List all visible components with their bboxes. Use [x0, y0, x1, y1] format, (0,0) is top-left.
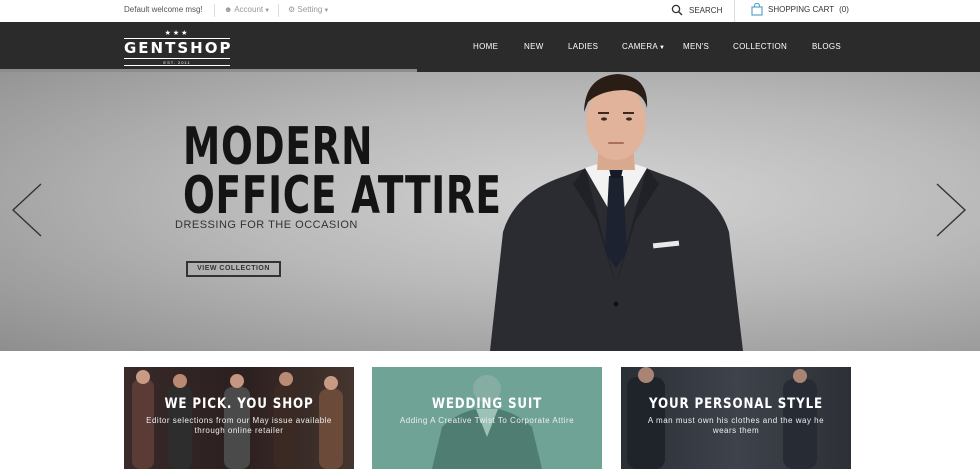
- card-description: A man must own his clothes and the way h…: [647, 416, 825, 435]
- search-label: SEARCH: [689, 5, 723, 15]
- chevron-down-icon: ▼: [323, 8, 330, 14]
- cart-label: SHOPPING CART: [768, 5, 835, 14]
- welcome-message: Default welcome msg!: [124, 5, 203, 14]
- nav-mens[interactable]: MEN'S: [683, 42, 709, 51]
- site-logo[interactable]: ★★★ GENTSHOP EST. 2011: [124, 30, 230, 66]
- account-dropdown[interactable]: ☻ Account▼: [224, 5, 270, 14]
- next-slide-arrow-icon[interactable]: [934, 182, 968, 238]
- gear-icon: ⚙: [288, 5, 296, 14]
- star-icons: ★★★: [164, 30, 190, 37]
- hero-model-image: [490, 74, 743, 351]
- setting-dropdown[interactable]: ⚙ Setting▼: [288, 5, 329, 14]
- chevron-down-icon: ▼: [659, 45, 666, 51]
- hero-slider: MODERN OFFICE ATTIRE DRESSING FOR THE OC…: [0, 72, 980, 351]
- shopping-cart-link[interactable]: SHOPPING CART (0): [751, 3, 849, 16]
- shopping-bag-icon: [751, 3, 763, 16]
- card-description: Adding A Creative Twist To Corporate Att…: [399, 416, 575, 425]
- nav-new[interactable]: NEW: [524, 42, 544, 51]
- divider: [734, 0, 735, 22]
- logo-rule: [124, 58, 230, 59]
- nav-ladies[interactable]: LADIES: [568, 42, 598, 51]
- main-header: ★★★ GENTSHOP EST. 2011 HOME NEW LADIES C…: [0, 22, 980, 72]
- top-utility-bar: Default welcome msg! ☻ Account▼ ⚙ Settin…: [0, 0, 980, 22]
- prev-slide-arrow-icon[interactable]: [10, 182, 44, 238]
- nav-home[interactable]: HOME: [473, 42, 498, 51]
- card-description: Editor selections from our May issue ava…: [146, 416, 332, 435]
- card-title: WE PICK. YOU SHOP: [164, 396, 314, 412]
- nav-camera[interactable]: CAMERA▼: [622, 42, 665, 51]
- hero-subtitle: DRESSING FOR THE OCCASION: [175, 219, 358, 231]
- search-button[interactable]: SEARCH: [671, 4, 722, 16]
- card-title: YOUR PERSONAL STYLE: [648, 396, 824, 412]
- feature-card-wedding-suit[interactable]: WEDDING SUIT Adding A Creative Twist To …: [372, 367, 602, 469]
- divider: [214, 4, 215, 17]
- logo-name: GENTSHOP: [124, 39, 233, 57]
- logo-rule: [124, 65, 230, 66]
- feature-card-personal-style[interactable]: YOUR PERSONAL STYLE A man must own his c…: [621, 367, 851, 469]
- feature-card-we-pick[interactable]: WE PICK. YOU SHOP Editor selections from…: [124, 367, 354, 469]
- setting-label: Setting: [297, 5, 323, 14]
- cart-count: (0): [839, 5, 849, 14]
- hero-title-line2: OFFICE ATTIRE: [183, 166, 502, 226]
- chevron-down-icon: ▼: [264, 8, 271, 14]
- card-title: WEDDING SUIT: [431, 396, 543, 412]
- nav-blogs[interactable]: BLOGS: [812, 42, 841, 51]
- user-icon: ☻: [224, 5, 233, 14]
- search-icon: [671, 4, 683, 16]
- view-collection-button[interactable]: VIEW COLLECTION: [186, 261, 281, 277]
- divider: [278, 4, 279, 17]
- nav-camera-label: CAMERA: [622, 42, 659, 51]
- nav-collection[interactable]: COLLECTION: [733, 42, 787, 51]
- account-label: Account: [234, 5, 264, 14]
